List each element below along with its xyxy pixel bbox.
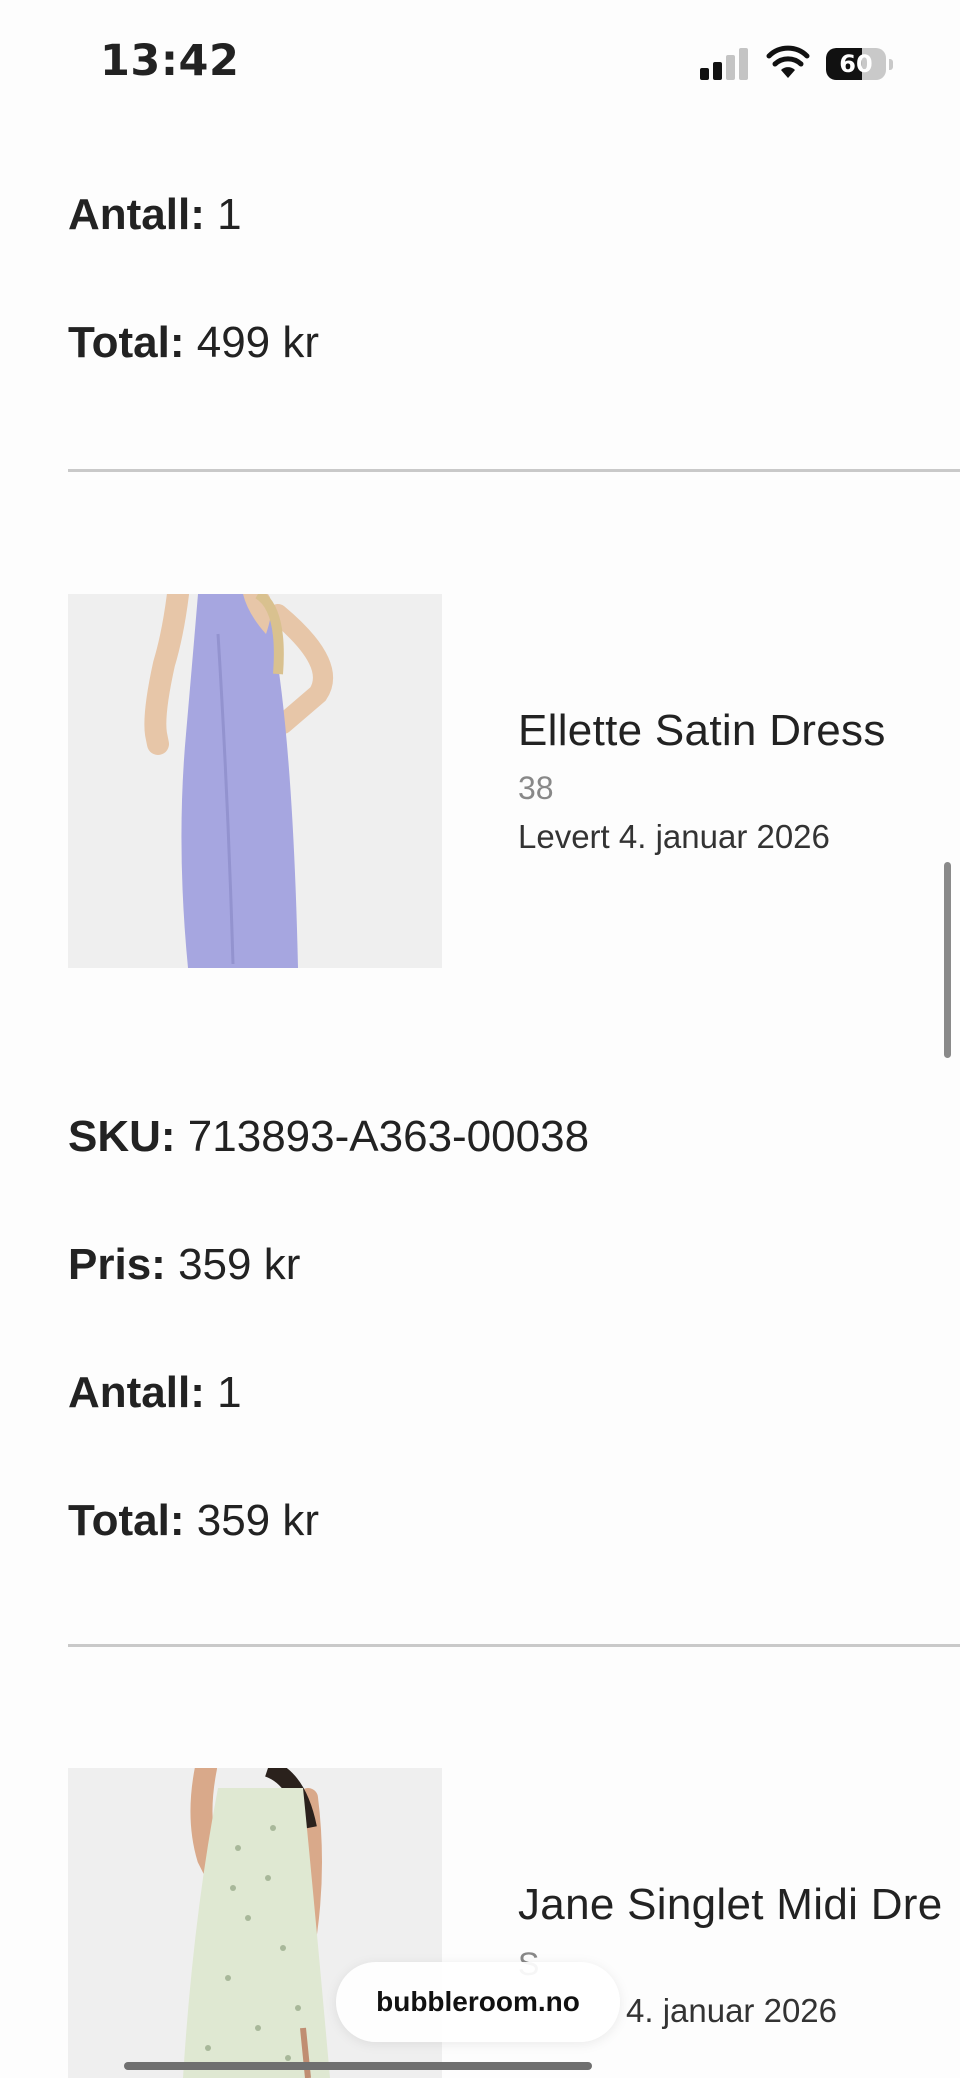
home-indicator[interactable]	[124, 2062, 592, 2070]
previous-quantity-row: Antall: 1	[68, 190, 242, 240]
battery-icon: 60	[826, 48, 886, 80]
sku-value: 713893-A363-00038	[187, 1112, 590, 1161]
sku-label: SKU:	[68, 1112, 176, 1161]
product-name[interactable]: Ellette Satin Dress	[518, 706, 886, 756]
total-label: Total:	[68, 1496, 185, 1545]
divider	[68, 1644, 960, 1647]
delivery-status: 4. januar 2026	[626, 1992, 838, 2029]
price-row: Pris: 359 kr	[68, 1240, 300, 1290]
total-value: 499 kr	[196, 318, 320, 367]
address-bar[interactable]: bubbleroom.no	[336, 1962, 620, 2042]
divider	[68, 469, 960, 472]
delivery-status: Levert 4. januar 2026	[518, 818, 830, 855]
previous-total-row: Total: 499 kr	[68, 318, 319, 368]
product-size: 38	[518, 770, 554, 806]
dress-illustration	[144, 594, 333, 968]
wifi-icon	[766, 45, 810, 78]
total-label: Total:	[68, 318, 185, 367]
quantity-row: Antall: 1	[68, 1368, 242, 1418]
product-name[interactable]: Jane Singlet Midi Dre	[518, 1880, 943, 1930]
quantity-value: 1	[217, 1368, 242, 1417]
total-value: 359 kr	[196, 1496, 320, 1545]
battery-percent: 60	[839, 50, 873, 78]
product-image-ellette-satin-dress[interactable]	[68, 594, 442, 968]
sku-row: SKU: 713893-A363-00038	[68, 1112, 589, 1162]
price-label: Pris:	[68, 1240, 166, 1289]
clock: 13:42	[100, 36, 240, 86]
quantity-value: 1	[217, 190, 242, 239]
scrollbar[interactable]	[944, 862, 951, 1058]
quantity-label: Antall:	[68, 1368, 205, 1417]
battery-tip	[889, 59, 893, 70]
total-row: Total: 359 kr	[68, 1496, 319, 1546]
quantity-label: Antall:	[68, 190, 205, 239]
price-value: 359 kr	[178, 1240, 301, 1289]
cellular-signal-icon	[700, 48, 752, 80]
status-bar: 13:42 60	[0, 0, 960, 110]
